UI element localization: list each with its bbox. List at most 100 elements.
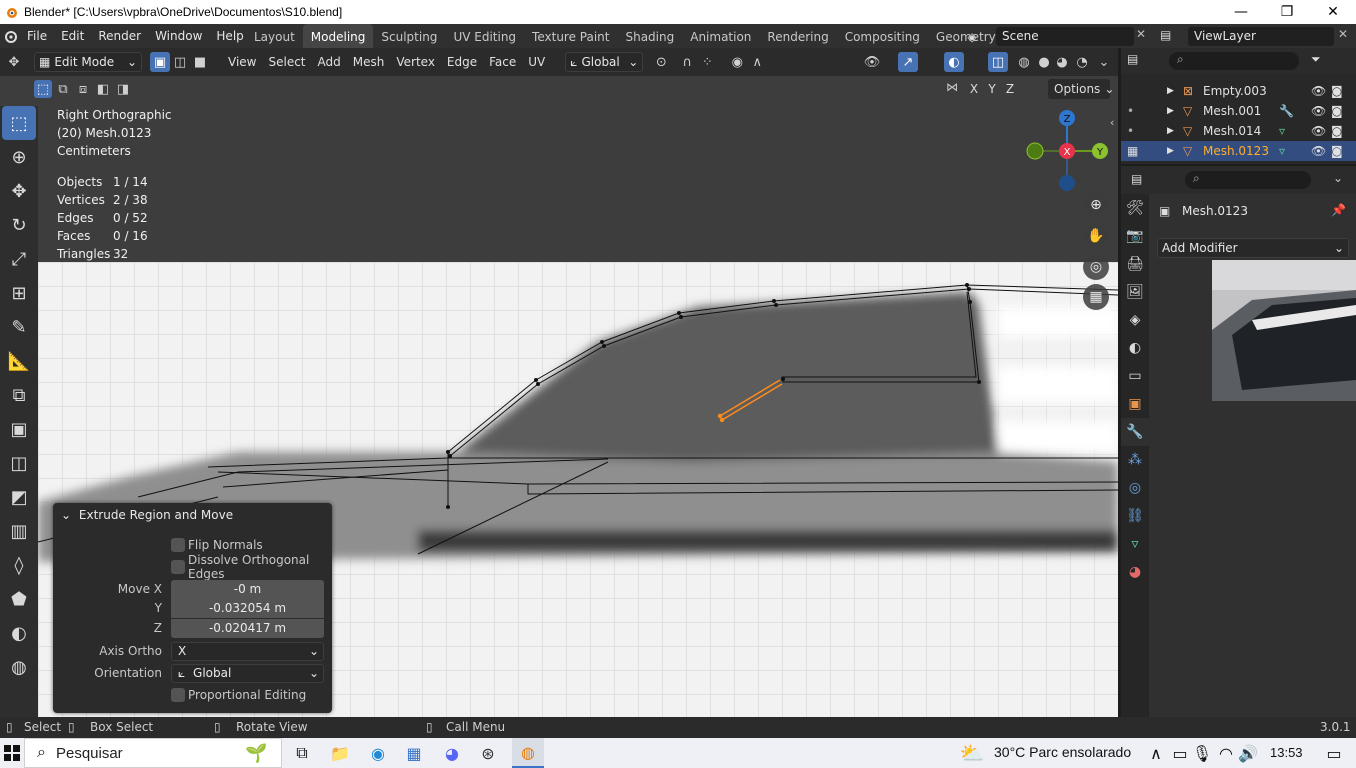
filter-icon[interactable]: ⏷	[1311, 52, 1321, 67]
object-tab-icon[interactable]: ▣	[1121, 390, 1149, 418]
physics-tab-icon[interactable]: ◎	[1121, 474, 1149, 502]
constraints-tab-icon[interactable]: ⛓	[1121, 502, 1149, 530]
visibility-icon[interactable]: 👁	[862, 52, 882, 72]
scale-tool-icon[interactable]: ⤢	[2, 242, 36, 276]
mirror-z-button[interactable]: Z	[1002, 80, 1018, 98]
tray-device-icon[interactable]: ▭	[1168, 741, 1192, 765]
clock[interactable]: 13:53	[1270, 745, 1303, 760]
blender-taskbar-icon[interactable]: ◍	[512, 738, 544, 768]
measure-tool-icon[interactable]: 📐	[2, 344, 36, 378]
vertex-select-icon[interactable]: ▣	[150, 52, 170, 72]
select-extend-icon[interactable]: ⧉	[54, 80, 72, 98]
render-tab-icon[interactable]: 📷	[1121, 222, 1149, 250]
falloff-icon[interactable]: ∧	[747, 52, 767, 72]
outliner-item-selected[interactable]: ▦ ▶ ▽ Mesh.0123 ▿ 👁 ◙	[1121, 141, 1356, 161]
knife-tool-icon[interactable]: ◊	[2, 548, 36, 582]
task-view-icon[interactable]: ⧉	[290, 741, 314, 765]
modifier-tab-icon[interactable]: 🔧	[1121, 418, 1149, 446]
world-tab-icon[interactable]: ◐	[1121, 334, 1149, 362]
camera-icon[interactable]: ◙	[1331, 104, 1343, 118]
eye-icon[interactable]: 👁	[1311, 104, 1326, 118]
dissolve-orthogonal-checkbox[interactable]	[171, 560, 185, 574]
loop-cut-tool-icon[interactable]: ▥	[2, 514, 36, 548]
discord-icon[interactable]: ◕	[440, 741, 464, 765]
menu-select[interactable]: Select	[262, 52, 311, 72]
wifi-icon[interactable]: ◠	[1214, 741, 1238, 765]
menu-view[interactable]: View	[222, 52, 262, 72]
pin-icon[interactable]: 📌	[1331, 203, 1346, 217]
navigation-gizmo[interactable]: Z Y X	[1022, 108, 1114, 192]
view-layer-close-icon[interactable]: ✕	[1338, 27, 1354, 41]
camera-icon[interactable]: ◙	[1331, 144, 1343, 158]
spin-tool-icon[interactable]: ◐	[2, 616, 36, 650]
weather-text[interactable]: 30°C Parc ensolarado	[994, 744, 1131, 760]
select-new-icon[interactable]: ⬚	[34, 80, 52, 98]
xray-toggle-icon[interactable]: ◫	[988, 52, 1008, 72]
tab-uv-editing[interactable]: UV Editing	[445, 24, 524, 48]
camera-view-icon[interactable]: ◎	[1083, 254, 1109, 280]
move-z-field[interactable]: -0.020417 m	[171, 618, 324, 638]
outliner-item[interactable]: • ▶ ▽ Mesh.001 🔧 👁 ◙	[1121, 101, 1356, 121]
tab-animation[interactable]: Animation	[682, 24, 759, 48]
close-button[interactable]: ✕	[1310, 0, 1356, 24]
menu-edit[interactable]: Edit	[54, 24, 91, 48]
options-button[interactable]: Options ⌄	[1048, 79, 1114, 99]
scene-close-icon[interactable]: ✕	[1136, 27, 1152, 41]
select-invert-icon[interactable]: ◧	[94, 80, 112, 98]
mirror-y-button[interactable]: Y	[984, 80, 1000, 98]
tray-chevron-up-icon[interactable]: ∧	[1144, 741, 1168, 765]
menu-render[interactable]: Render	[91, 24, 148, 48]
shading-options-icon[interactable]: ⌄	[1094, 52, 1114, 72]
tab-modeling[interactable]: Modeling	[302, 24, 374, 48]
inset-tool-icon[interactable]: ◫	[2, 446, 36, 480]
solid-shading-icon[interactable]: ●	[1034, 52, 1054, 72]
ortho-grid-icon[interactable]: ▦	[1083, 284, 1109, 310]
select-intersect-icon[interactable]: ◨	[114, 80, 132, 98]
volume-icon[interactable]: 🔊	[1236, 741, 1260, 765]
menu-uv[interactable]: UV	[522, 52, 551, 72]
microsoft-store-icon[interactable]: ▦	[402, 741, 426, 765]
weather-icon[interactable]: ⛅	[960, 741, 985, 765]
poly-build-tool-icon[interactable]: ⬟	[2, 582, 36, 616]
expand-arrow-icon[interactable]: ▶	[1167, 86, 1174, 96]
tab-texture-paint[interactable]: Texture Paint	[524, 24, 617, 48]
microphone-icon[interactable]: 🎙	[1190, 741, 1214, 765]
scene-tab-icon[interactable]: ◈	[1121, 306, 1149, 334]
flip-normals-checkbox[interactable]	[171, 538, 185, 552]
maximize-button[interactable]: ❐	[1264, 0, 1310, 24]
axis-ortho-select[interactable]: X ⌄	[171, 641, 324, 661]
select-subtract-icon[interactable]: ⧈	[74, 80, 92, 98]
snap-target-icon[interactable]: ⁘	[697, 52, 717, 72]
menu-add[interactable]: Add	[312, 52, 347, 72]
bevel-tool-icon[interactable]: ◩	[2, 480, 36, 514]
face-select-icon[interactable]: ■	[190, 52, 210, 72]
mode-selector[interactable]: ▦ Edit Mode ⌄	[34, 52, 142, 72]
rotate-tool-icon[interactable]: ↻	[2, 208, 36, 242]
3d-viewport[interactable]: Right Orthographic (20) Mesh.0123 Centim…	[0, 76, 1118, 717]
particles-tab-icon[interactable]: ⁂	[1121, 446, 1149, 474]
pivot-point-icon[interactable]: ⊙	[651, 52, 671, 72]
outliner-editor-icon[interactable]: ▤	[1127, 52, 1138, 66]
move-tool-icon[interactable]: ✥	[2, 174, 36, 208]
proportional-editing-checkbox[interactable]	[171, 688, 185, 702]
gizmo-toggle-icon[interactable]: ↗	[898, 52, 918, 72]
zoom-icon[interactable]: ⊕	[1083, 192, 1109, 218]
wireframe-shading-icon[interactable]: ◍	[1014, 52, 1034, 72]
menu-window[interactable]: Window	[148, 24, 209, 48]
camera-icon[interactable]: ◙	[1331, 84, 1343, 98]
expand-arrow-icon[interactable]: ▶	[1167, 106, 1174, 116]
scene-icon[interactable]: ◈	[962, 27, 982, 46]
pan-hand-icon[interactable]: ✋	[1083, 223, 1109, 249]
editor-type-icon[interactable]: ✥	[4, 52, 24, 72]
cursor-tool-icon[interactable]: ⊕	[2, 140, 36, 174]
overlays-toggle-icon[interactable]: ◐	[944, 52, 964, 72]
proportional-edit-icon[interactable]: ◉	[727, 52, 747, 72]
menu-edge[interactable]: Edge	[441, 52, 483, 72]
view-layer-icon[interactable]: ▤	[1160, 28, 1171, 42]
properties-editor-icon[interactable]: ▤	[1131, 172, 1142, 186]
material-tab-icon[interactable]: ◕	[1121, 558, 1149, 586]
tab-rendering[interactable]: Rendering	[759, 24, 836, 48]
select-box-tool-icon[interactable]: ⬚	[2, 106, 36, 140]
taskbar-search-input[interactable]: ⌕ Pesquisar 🌱	[24, 738, 282, 768]
smooth-tool-icon[interactable]: ◍	[2, 650, 36, 684]
